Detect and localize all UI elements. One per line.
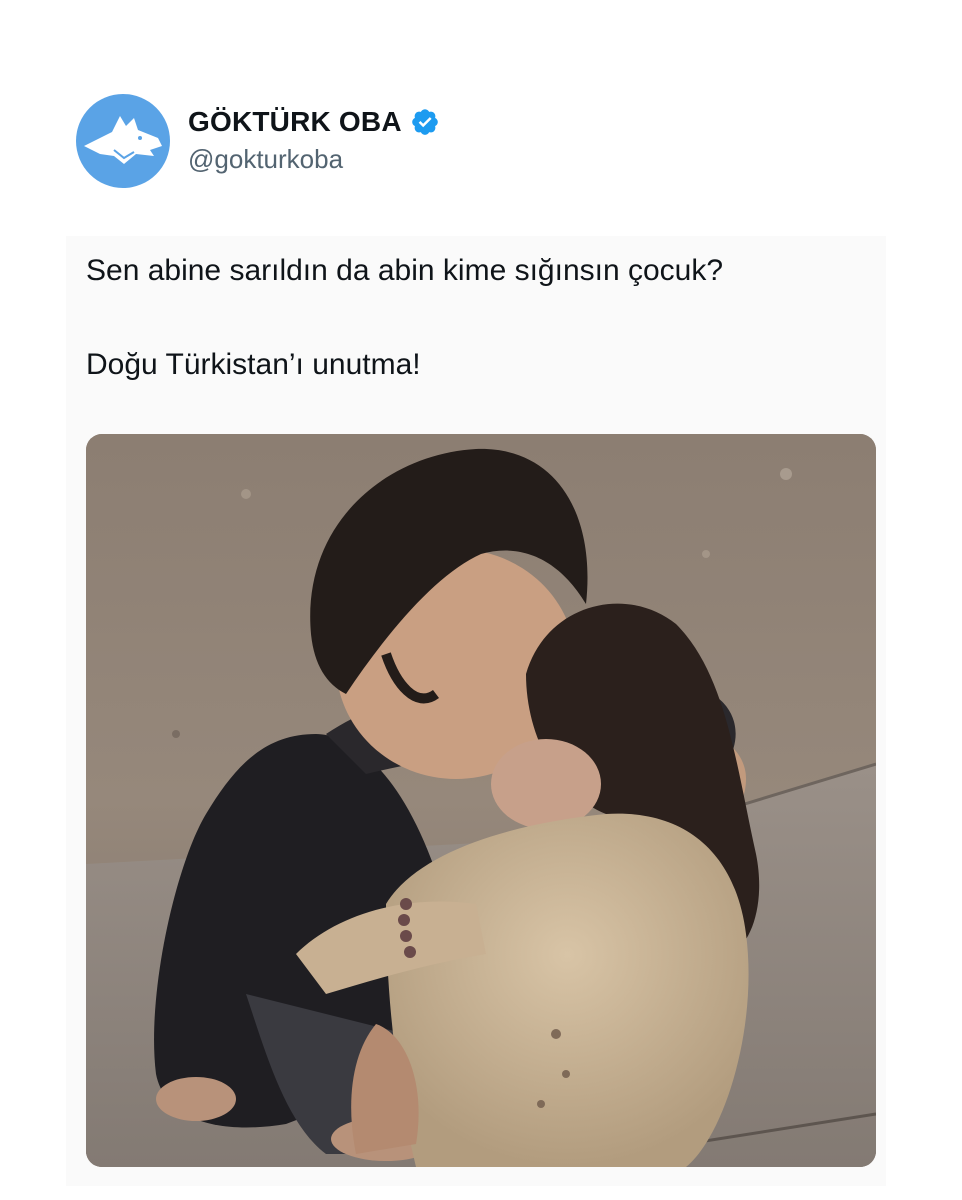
verified-badge-icon (411, 108, 438, 135)
tweet-text-line-2: Doğu Türkistan’ı unutma! (86, 348, 421, 381)
handle[interactable]: @gokturkoba (188, 144, 440, 175)
display-name[interactable]: GÖKTÜRK OBA (188, 106, 402, 138)
avatar[interactable] (76, 94, 170, 188)
photo-children-hugging (86, 434, 876, 1167)
tweet-card: GÖKTÜRK OBA @gokturkoba Sen abine sarıld… (0, 0, 962, 1200)
author-names: GÖKTÜRK OBA @gokturkoba (188, 106, 440, 175)
tweet-header: GÖKTÜRK OBA @gokturkoba (76, 94, 440, 188)
tweet-text-line-1: Sen abine sarıldın da abin kime sığınsın… (86, 254, 724, 287)
wolf-head-icon (84, 116, 162, 164)
name-row: GÖKTÜRK OBA (188, 106, 440, 138)
tweet-photo[interactable] (86, 434, 876, 1167)
